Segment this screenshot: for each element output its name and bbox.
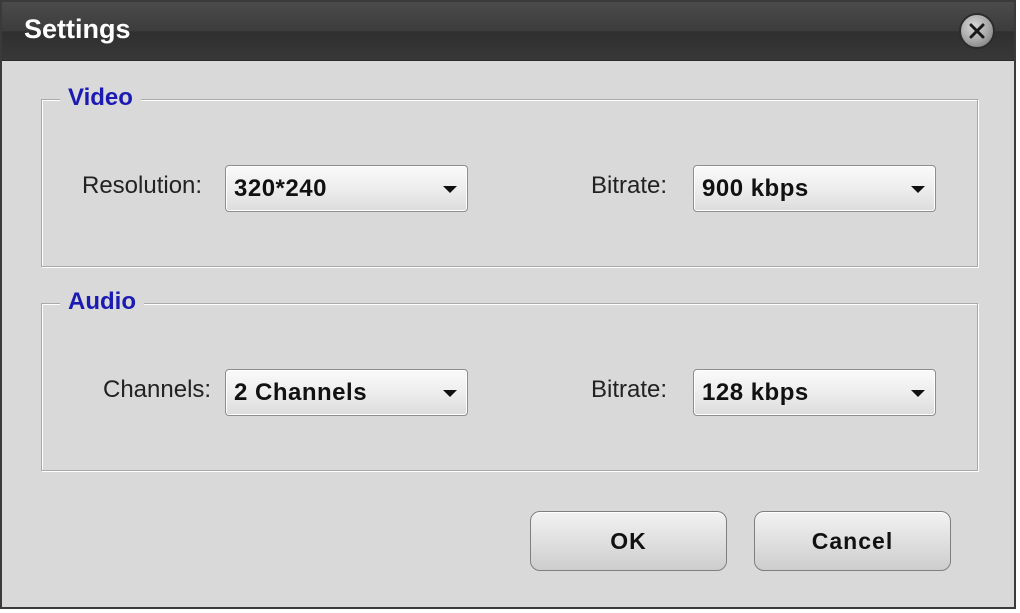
close-icon (969, 23, 985, 39)
video-group: Video Resolution: 320*240 Bitrate: 900 k… (41, 84, 978, 267)
channels-select[interactable]: 2 Channels (225, 369, 468, 416)
video-group-legend: Video (60, 84, 141, 112)
chevron-down-icon (443, 390, 457, 397)
close-button[interactable] (959, 13, 995, 49)
video-bitrate-label: Bitrate: (591, 172, 668, 199)
audio-bitrate-select[interactable]: 128 kbps (693, 369, 936, 416)
audio-bitrate-label: Bitrate: (591, 376, 668, 403)
window-title: Settings (24, 14, 131, 44)
audio-group-legend: Audio (60, 288, 144, 316)
channels-label: Channels: (103, 376, 212, 403)
chevron-down-icon (911, 186, 925, 193)
audio-bitrate-value: 128 kbps (702, 379, 809, 406)
resolution-select[interactable]: 320*240 (225, 165, 468, 212)
ok-button[interactable]: OK (530, 511, 727, 571)
title-bar[interactable]: Settings (2, 2, 1014, 61)
channels-value: 2 Channels (234, 379, 368, 406)
chevron-down-icon (911, 390, 925, 397)
settings-dialog: Settings Video Resolution: 320*240 Bitra… (0, 0, 1016, 609)
video-bitrate-select[interactable]: 900 kbps (693, 165, 936, 212)
video-bitrate-value: 900 kbps (702, 175, 809, 202)
audio-group: Audio Channels: 2 Channels Bitrate: 128 … (41, 288, 978, 471)
resolution-label: Resolution: (82, 172, 203, 199)
resolution-value: 320*240 (234, 175, 327, 202)
cancel-button[interactable]: Cancel (754, 511, 951, 571)
chevron-down-icon (443, 186, 457, 193)
